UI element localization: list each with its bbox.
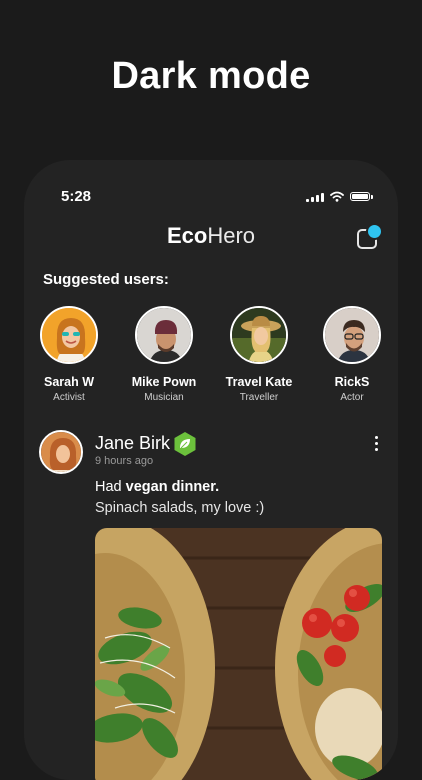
user-role: Musician — [144, 392, 184, 403]
status-icons — [306, 191, 373, 202]
user-name: RickS — [334, 375, 370, 389]
app-title: EcoHero — [166, 223, 256, 248]
suggested-users-title: Suggested users: — [43, 271, 169, 288]
notification-dot-icon — [366, 223, 383, 240]
user-card-ricks[interactable]: RickS Actor — [307, 306, 397, 403]
headline: Dark mode — [111, 55, 311, 97]
phone-frame: 5:28 EcoHero Suggested users: Sarah W Ac… — [24, 160, 398, 780]
avatar — [135, 306, 193, 364]
user-name: Sarah W — [43, 375, 94, 389]
user-card-kate[interactable]: Travel Kate Traveller — [214, 306, 304, 403]
eco-leaf-badge-icon — [174, 432, 196, 456]
avatar — [230, 306, 288, 364]
user-card-sarah[interactable]: Sarah W Activist — [24, 306, 114, 403]
post-author-avatar[interactable] — [39, 430, 83, 474]
avatar — [323, 306, 381, 364]
post-author-name[interactable]: Jane Birk — [95, 433, 170, 454]
signal-icon — [306, 192, 324, 202]
battery-icon — [350, 192, 373, 201]
status-time: 5:28 — [61, 188, 92, 205]
user-name: Mike Pown — [131, 375, 197, 389]
user-role: Traveller — [239, 392, 279, 403]
post-photo[interactable] — [95, 528, 382, 780]
user-role: Actor — [340, 392, 364, 403]
post-text-line1: Had vegan dinner. — [95, 479, 220, 495]
user-role: Activist — [53, 392, 85, 403]
post-text-line2: Spinach salads, my love :) — [95, 500, 265, 516]
user-name: Travel Kate — [225, 375, 293, 389]
more-options-icon[interactable] — [375, 436, 379, 454]
wifi-icon — [330, 191, 344, 202]
post-time: 9 hours ago — [95, 455, 154, 467]
avatar — [40, 306, 98, 364]
user-card-mike[interactable]: Mike Pown Musician — [119, 306, 209, 403]
